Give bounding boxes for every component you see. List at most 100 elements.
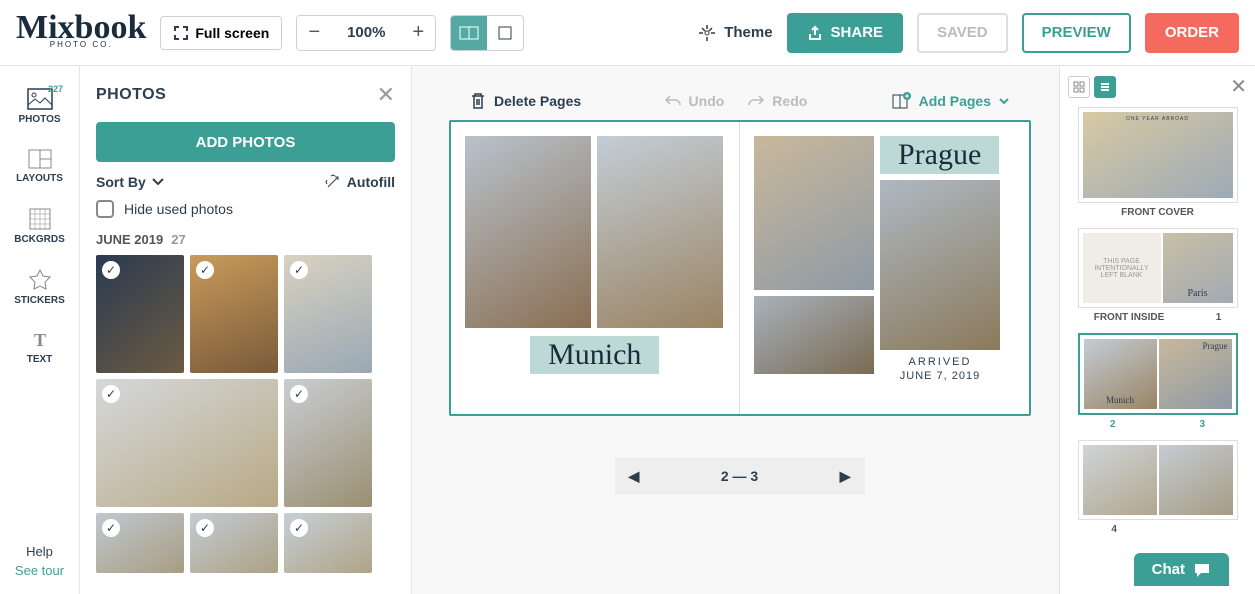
- page-thumb-spread-2-3[interactable]: Munich Prague: [1078, 333, 1238, 415]
- fullscreen-label: Full screen: [195, 25, 269, 41]
- photo-thumb[interactable]: ✓: [96, 513, 184, 573]
- preview-label: PREVIEW: [1042, 24, 1111, 41]
- svg-text:T: T: [33, 330, 45, 350]
- order-label: ORDER: [1165, 24, 1219, 41]
- thumb-list-view-button[interactable]: [1094, 76, 1116, 98]
- delete-pages-button[interactable]: Delete Pages: [470, 92, 581, 110]
- autofill-button[interactable]: Autofill: [325, 174, 395, 190]
- page-thumb-spread-0-1[interactable]: THIS PAGE INTENTIONALLY LEFT BLANK Paris: [1078, 228, 1238, 308]
- used-check-icon: ✓: [196, 261, 214, 279]
- nav-backgrounds-label: BCKGRDS: [14, 234, 65, 245]
- autofill-icon: [325, 174, 341, 190]
- page-1-label: 1: [1216, 312, 1222, 323]
- used-check-icon: ✓: [196, 519, 214, 537]
- nav-layouts[interactable]: LAYOUTS: [0, 137, 79, 196]
- photo-thumbnails: ✓ ✓ ✓ ✓ ✓ ✓ ✓ ✓: [96, 255, 411, 573]
- arrived-label[interactable]: ARRIVED: [880, 356, 1000, 368]
- nav-photos[interactable]: 227 PHOTOS: [0, 76, 79, 137]
- nav-photos-label: PHOTOS: [18, 114, 60, 125]
- photo-thumb[interactable]: ✓: [284, 513, 372, 573]
- delete-pages-label: Delete Pages: [494, 93, 581, 109]
- add-pages-button[interactable]: Add Pages: [891, 92, 1009, 110]
- photos-count-badge: 227: [48, 84, 63, 94]
- photo-slot[interactable]: [465, 136, 591, 328]
- redo-button[interactable]: Redo: [748, 93, 807, 109]
- photo-slot[interactable]: [880, 180, 1000, 350]
- sort-by-label: Sort By: [96, 174, 146, 190]
- front-cover-label: FRONT COVER: [1068, 207, 1247, 218]
- nav-backgrounds[interactable]: BCKGRDS: [0, 196, 79, 257]
- stickers-icon: [29, 269, 51, 291]
- sort-by-dropdown[interactable]: Sort By: [96, 174, 164, 190]
- photo-thumb[interactable]: ✓: [96, 379, 278, 507]
- share-button[interactable]: SHARE: [787, 13, 904, 53]
- left-page[interactable]: Munich: [451, 122, 740, 414]
- page-thumb-front-cover[interactable]: ONE YEAR ABROAD: [1078, 107, 1238, 203]
- photo-thumb[interactable]: ✓: [284, 255, 372, 373]
- chat-button[interactable]: Chat: [1134, 553, 1229, 586]
- view-single-button[interactable]: [487, 16, 523, 50]
- photo-thumb[interactable]: ✓: [190, 255, 278, 373]
- undo-icon: [665, 94, 681, 108]
- nav-stickers[interactable]: STICKERS: [0, 257, 79, 318]
- nav-stickers-label: STICKERS: [14, 295, 65, 306]
- photo-thumb[interactable]: ✓: [190, 513, 278, 573]
- chat-label: Chat: [1152, 561, 1185, 578]
- list-icon: [1099, 81, 1111, 93]
- chevron-down-icon: [999, 98, 1009, 104]
- theme-button[interactable]: Theme: [698, 24, 772, 42]
- used-check-icon: ✓: [290, 385, 308, 403]
- view-spread-button[interactable]: [451, 16, 487, 50]
- redo-icon: [748, 94, 764, 108]
- used-check-icon: ✓: [102, 385, 120, 403]
- zoom-value: 100%: [331, 24, 401, 41]
- used-check-icon: ✓: [102, 261, 120, 279]
- page-indicator: 2 — 3: [721, 468, 758, 484]
- saved-button[interactable]: SAVED: [917, 13, 1008, 53]
- autofill-label: Autofill: [347, 174, 395, 190]
- photo-slot[interactable]: [597, 136, 723, 328]
- left-page-title[interactable]: Munich: [548, 338, 641, 371]
- single-page-icon: [498, 26, 512, 40]
- zoom-control: − 100% +: [296, 15, 436, 51]
- chat-icon: [1193, 562, 1211, 578]
- used-check-icon: ✓: [290, 519, 308, 537]
- next-page-button[interactable]: ▶: [840, 468, 851, 485]
- right-page[interactable]: Prague ARRIVED JUNE 7, 2019: [740, 122, 1029, 414]
- theme-icon: [698, 24, 716, 42]
- used-check-icon: ✓: [290, 261, 308, 279]
- see-tour-link[interactable]: See tour: [15, 563, 64, 578]
- page-3-label: 3: [1199, 419, 1205, 430]
- zoom-out-button[interactable]: −: [297, 16, 331, 50]
- page-spread[interactable]: Munich Prague ARRIVED JUNE 7, 2019: [449, 120, 1031, 416]
- saved-label: SAVED: [937, 24, 988, 41]
- hide-used-checkbox[interactable]: [96, 200, 114, 218]
- help-link[interactable]: Help: [26, 544, 53, 559]
- spread-icon: [459, 26, 479, 40]
- preview-button[interactable]: PREVIEW: [1022, 13, 1131, 53]
- grid-icon: [1073, 81, 1085, 93]
- close-right-panel-button[interactable]: ✕: [1230, 74, 1247, 99]
- order-button[interactable]: ORDER: [1145, 13, 1239, 53]
- arrived-date[interactable]: JUNE 7, 2019: [880, 370, 1000, 382]
- page-thumb-spread-4[interactable]: [1078, 440, 1238, 520]
- page-4-label: 4: [1111, 524, 1117, 535]
- undo-button[interactable]: Undo: [665, 93, 725, 109]
- layouts-icon: [28, 149, 52, 169]
- photo-thumb[interactable]: ✓: [96, 255, 184, 373]
- close-panel-button[interactable]: ✕: [377, 82, 395, 108]
- zoom-in-button[interactable]: +: [401, 16, 435, 50]
- view-mode-segmented: [450, 15, 524, 51]
- photo-slot[interactable]: [754, 296, 874, 374]
- fullscreen-button[interactable]: Full screen: [160, 16, 282, 50]
- logo: Mixbook PHOTO CO.: [16, 16, 146, 49]
- thumb-grid-view-button[interactable]: [1068, 76, 1090, 98]
- photo-thumb[interactable]: ✓: [284, 379, 372, 507]
- prev-page-button[interactable]: ◀: [629, 468, 640, 485]
- undo-label: Undo: [689, 93, 725, 109]
- photo-group-header: JUNE 201927: [96, 232, 411, 247]
- nav-text[interactable]: T TEXT: [0, 318, 79, 377]
- photo-slot[interactable]: [754, 136, 874, 290]
- add-photos-button[interactable]: ADD PHOTOS: [96, 122, 395, 162]
- right-page-title[interactable]: Prague: [898, 138, 981, 171]
